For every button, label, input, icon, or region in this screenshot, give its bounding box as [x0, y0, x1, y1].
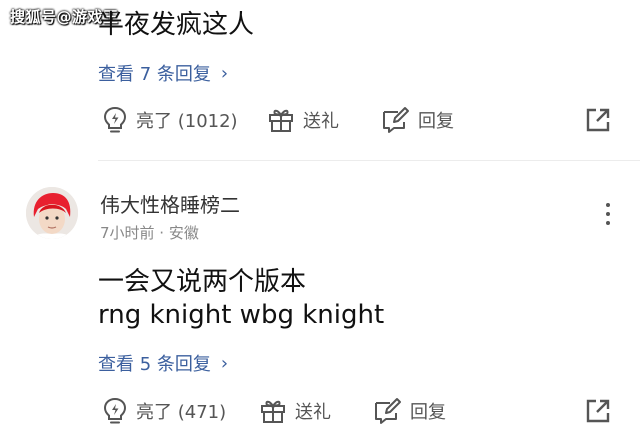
comment-meta: 7小时前 · 安徽 [100, 224, 199, 242]
share-button[interactable] [584, 106, 612, 138]
chevron-right-icon: › [220, 352, 229, 374]
comment-text-line1: 一会又说两个版本 [98, 267, 307, 297]
more-vertical-icon[interactable] [604, 203, 612, 225]
comment-divider [98, 160, 640, 161]
comment-text-line2: rng knight wbg knight [98, 300, 385, 330]
reply-edit-icon [375, 398, 401, 424]
like-button[interactable]: 亮了 (1012) [102, 106, 238, 134]
share-button[interactable] [584, 397, 612, 429]
view-replies-label: 查看 5 条回复 [98, 354, 211, 375]
avatar-image [26, 187, 78, 239]
chevron-right-icon: › [220, 62, 229, 84]
username[interactable]: 伟大性格睡榜二 [100, 189, 240, 218]
gift-button[interactable]: 送礼 [259, 397, 331, 425]
reply-edit-icon [383, 107, 409, 133]
like-count: 亮了 (1012) [136, 111, 238, 132]
gift-label: 送礼 [295, 402, 331, 423]
share-icon [586, 399, 610, 423]
like-count: 亮了 (471) [136, 402, 227, 423]
lightbulb-icon [103, 106, 127, 133]
gift-icon [269, 109, 293, 132]
comment-text: 半夜发疯这人 [98, 10, 255, 40]
share-icon [586, 108, 610, 132]
avatar[interactable] [26, 187, 78, 239]
view-replies-link[interactable]: 查看 5 条回复 › [98, 350, 228, 376]
lightbulb-icon [103, 397, 127, 424]
reply-button[interactable]: 回复 [380, 106, 454, 134]
view-replies-link[interactable]: 查看 7 条回复 › [98, 60, 228, 86]
view-replies-label: 查看 7 条回复 [98, 64, 211, 85]
gift-icon [261, 400, 285, 423]
gift-button[interactable]: 送礼 [267, 106, 339, 134]
reply-button[interactable]: 回复 [372, 397, 446, 425]
like-button[interactable]: 亮了 (471) [102, 397, 226, 425]
reply-label: 回复 [418, 111, 454, 132]
reply-label: 回复 [410, 402, 446, 423]
gift-label: 送礼 [303, 111, 339, 132]
